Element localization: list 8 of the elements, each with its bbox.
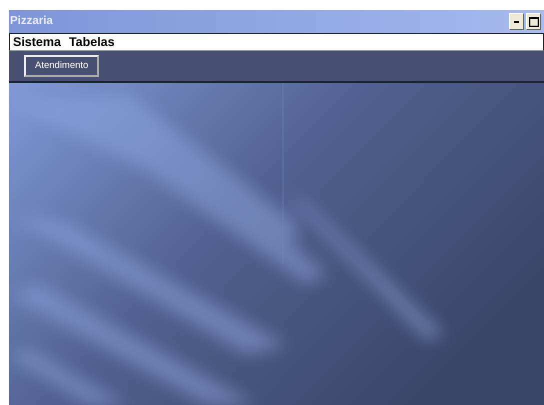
menu-item[interactable]: Sistema [13,36,61,48]
minimize-button[interactable] [509,13,524,30]
minimize-icon [514,20,519,22]
maximize-icon [528,16,538,26]
menu-item[interactable]: Tabelas [68,36,115,48]
window-title: Pizzaria [10,14,54,29]
maximize-button[interactable] [526,13,541,30]
toolbar-button[interactable]: Atendimento [24,55,100,77]
